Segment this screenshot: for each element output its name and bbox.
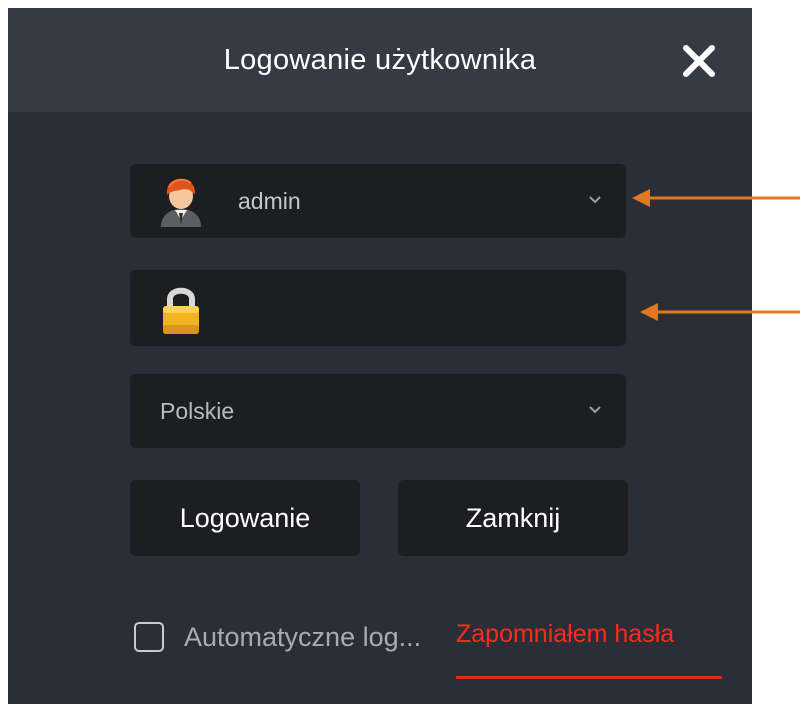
chevron-down-icon xyxy=(589,406,601,414)
close-icon[interactable] xyxy=(680,42,718,80)
annotation-arrow-icon xyxy=(632,189,800,207)
language-select[interactable]: Polskie xyxy=(130,374,626,448)
close-button[interactable]: Zamknij xyxy=(398,480,628,556)
language-select-value: Polskie xyxy=(160,398,235,424)
annotation-arrow-icon xyxy=(640,303,800,321)
login-button[interactable]: Logowanie xyxy=(130,480,360,556)
lock-icon xyxy=(163,287,199,334)
forgot-password-underline xyxy=(456,676,722,679)
user-select-value: admin xyxy=(238,188,301,214)
auto-login-label: Automatyczne log... xyxy=(184,622,422,652)
dialog-title: Logowanie użytkownika xyxy=(223,44,537,76)
forgot-password-link[interactable]: Zapomniałem hasła xyxy=(456,612,674,656)
password-field[interactable] xyxy=(130,270,626,346)
title-bar: Logowanie użytkownika xyxy=(8,8,752,112)
auto-login-checkbox[interactable] xyxy=(134,622,164,652)
chevron-down-icon xyxy=(589,196,601,204)
login-dialog: Logowanie użytkownika admin Polskie Logo… xyxy=(8,8,752,704)
user-select[interactable]: admin xyxy=(130,164,626,238)
user-avatar-icon xyxy=(161,178,201,227)
